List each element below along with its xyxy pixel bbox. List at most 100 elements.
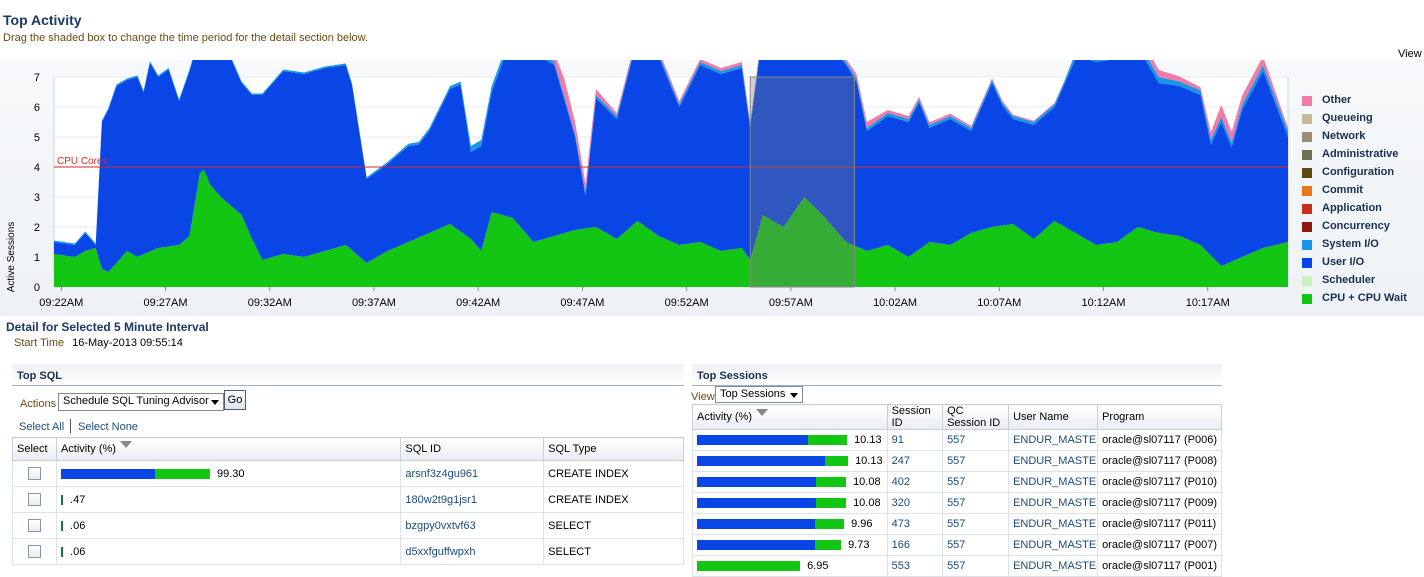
activity-bar (60, 546, 63, 557)
cpu-segment (815, 540, 841, 551)
user-name-link[interactable]: ENDUR_MASTER (1008, 534, 1099, 556)
cpu-segment (697, 561, 800, 572)
top-activity-chart[interactable]: Active Sessions 0 1 2 3 4 5 6 7 CPU Cores 09:22AM… (0, 60, 1300, 316)
session-id-link[interactable]: 247 (886, 450, 944, 472)
activity-bar (60, 520, 63, 531)
legend-swatch (1302, 132, 1312, 142)
activity-bar (697, 456, 848, 467)
user-io-segment (697, 477, 816, 488)
program-cell: oracle@sl07117 (P006) (1097, 429, 1222, 451)
column-header-sql-id[interactable]: SQL ID (400, 437, 545, 461)
activity-bar (697, 519, 844, 530)
legend-label: User I/O (1322, 256, 1365, 268)
y-tick-label: 7 (34, 72, 40, 84)
user-io-segment (60, 468, 155, 479)
top-sql-title: Top SQL (17, 370, 63, 382)
page-title: Top Activity (3, 12, 82, 28)
actions-select[interactable]: Schedule SQL Tuning Advisor (58, 393, 224, 411)
go-button[interactable]: Go (224, 390, 246, 410)
user-io-segment (697, 456, 825, 467)
session-id-link[interactable]: 402 (886, 471, 944, 493)
link-separator (70, 419, 71, 433)
activity-bar (697, 561, 800, 572)
table-row: 9.96 473 557 ENDUR_MASTER oracle@sl07117 (P0… (692, 513, 1222, 535)
select-none-link[interactable]: Select None (78, 421, 138, 433)
column-header-select[interactable]: Select (12, 437, 57, 461)
cpu-segment (60, 520, 63, 531)
legend-swatch (1302, 222, 1312, 232)
column-header-activity[interactable]: Activity (%) (55, 437, 402, 461)
activity-value: 10.13 (854, 434, 882, 446)
activity-value: 10.08 (853, 497, 881, 509)
legend-swatch (1302, 114, 1312, 124)
column-header-activity-label: Activity (%) (60, 443, 116, 455)
y-tick-label: 3 (34, 192, 40, 204)
column-header-activity[interactable]: Activity (%) (692, 404, 888, 430)
sql-id-link[interactable]: d5xxfguffwpxh (400, 538, 545, 565)
cpu-segment (816, 477, 846, 488)
user-name-link[interactable]: ENDUR_MASTER (1008, 555, 1099, 577)
qc-session-id-link[interactable]: 557 (942, 450, 1010, 472)
row-select-checkbox[interactable] (27, 493, 41, 506)
legend-label: Configuration (1322, 166, 1395, 178)
sql-type-cell: CREATE INDEX (543, 460, 684, 487)
row-select-checkbox[interactable] (27, 519, 41, 532)
x-tick-label: 09:52AM (665, 297, 709, 309)
row-select-checkbox[interactable] (27, 545, 41, 558)
sql-type-cell: CREATE INDEX (543, 486, 684, 513)
qc-session-id-link[interactable]: 557 (942, 471, 1010, 493)
qc-session-id-link[interactable]: 557 (942, 492, 1010, 514)
legend-swatch (1302, 240, 1312, 250)
select-all-link[interactable]: Select All (19, 421, 64, 433)
y-tick-label: 4 (34, 162, 40, 174)
activity-cell: 10.13 (692, 450, 888, 472)
y-tick-label: 6 (34, 102, 40, 114)
legend-swatch (1302, 186, 1312, 196)
activity-cell: 10.13 (692, 429, 888, 451)
user-name-link[interactable]: ENDUR_MASTER (1008, 513, 1099, 535)
user-name-link[interactable]: ENDUR_MASTER (1008, 471, 1099, 493)
time-period-selection-box[interactable] (749, 76, 855, 288)
qc-session-id-link[interactable]: 557 (942, 555, 1010, 577)
activity-cell: .06 (55, 538, 402, 565)
session-id-link[interactable]: 473 (886, 513, 944, 535)
sort-descending-icon (119, 441, 132, 448)
session-id-link[interactable]: 553 (886, 555, 944, 577)
user-name-link[interactable]: ENDUR_MASTER (1008, 450, 1099, 472)
activity-cell: 10.08 (692, 471, 888, 493)
view-menu-link[interactable]: View (1398, 48, 1422, 60)
select-cell (12, 538, 57, 565)
sql-type-cell: SELECT (543, 512, 684, 539)
session-id-link[interactable]: 91 (886, 429, 944, 451)
legend-label: Commit (1322, 184, 1363, 196)
qc-session-id-link[interactable]: 557 (942, 534, 1010, 556)
session-id-link[interactable]: 320 (886, 492, 944, 514)
table-row: 99.30 arsnf3z4gu961 CREATE INDEX (12, 460, 684, 487)
column-header-qc-session-id[interactable]: QC Session ID (942, 404, 1010, 430)
row-select-checkbox[interactable] (27, 467, 41, 480)
activity-value: .06 (70, 519, 86, 532)
legend-label: Queueing (1322, 112, 1373, 124)
column-header-sql-type[interactable]: SQL Type (543, 437, 684, 461)
sql-id-link[interactable]: bzgpy0vxtvf63 (400, 512, 545, 539)
user-name-link[interactable]: ENDUR_MASTER (1008, 429, 1099, 451)
column-header-session-id[interactable]: Session ID (886, 404, 944, 430)
user-io-segment (697, 519, 815, 530)
user-name-link[interactable]: ENDUR_MASTER (1008, 492, 1099, 514)
column-header-user-name[interactable]: User Name (1008, 404, 1099, 430)
sql-id-link[interactable]: 180w2t9g1jsr1 (400, 486, 545, 513)
column-header-program[interactable]: Program (1097, 404, 1222, 430)
table-row: 10.08 320 557 ENDUR_MASTER oracle@sl07117 (P… (692, 492, 1222, 514)
sessions-view-select[interactable]: Top Sessions (715, 386, 803, 403)
sql-id-link[interactable]: arsnf3z4gu961 (400, 460, 545, 487)
table-row: 9.73 166 557 ENDUR_MASTER oracle@sl07117 (P0… (692, 534, 1222, 556)
x-tick-label: 09:32AM (248, 297, 292, 309)
qc-session-id-link[interactable]: 557 (942, 513, 1010, 535)
legend-label: Network (1322, 130, 1366, 142)
qc-session-id-link[interactable]: 557 (942, 429, 1010, 451)
table-row: .06 bzgpy0vxtvf63 SELECT (12, 512, 684, 539)
cpu-segment (60, 494, 63, 505)
session-id-link[interactable]: 166 (886, 534, 944, 556)
activity-value: 10.08 (853, 476, 881, 488)
activity-cell: 9.73 (692, 534, 888, 556)
